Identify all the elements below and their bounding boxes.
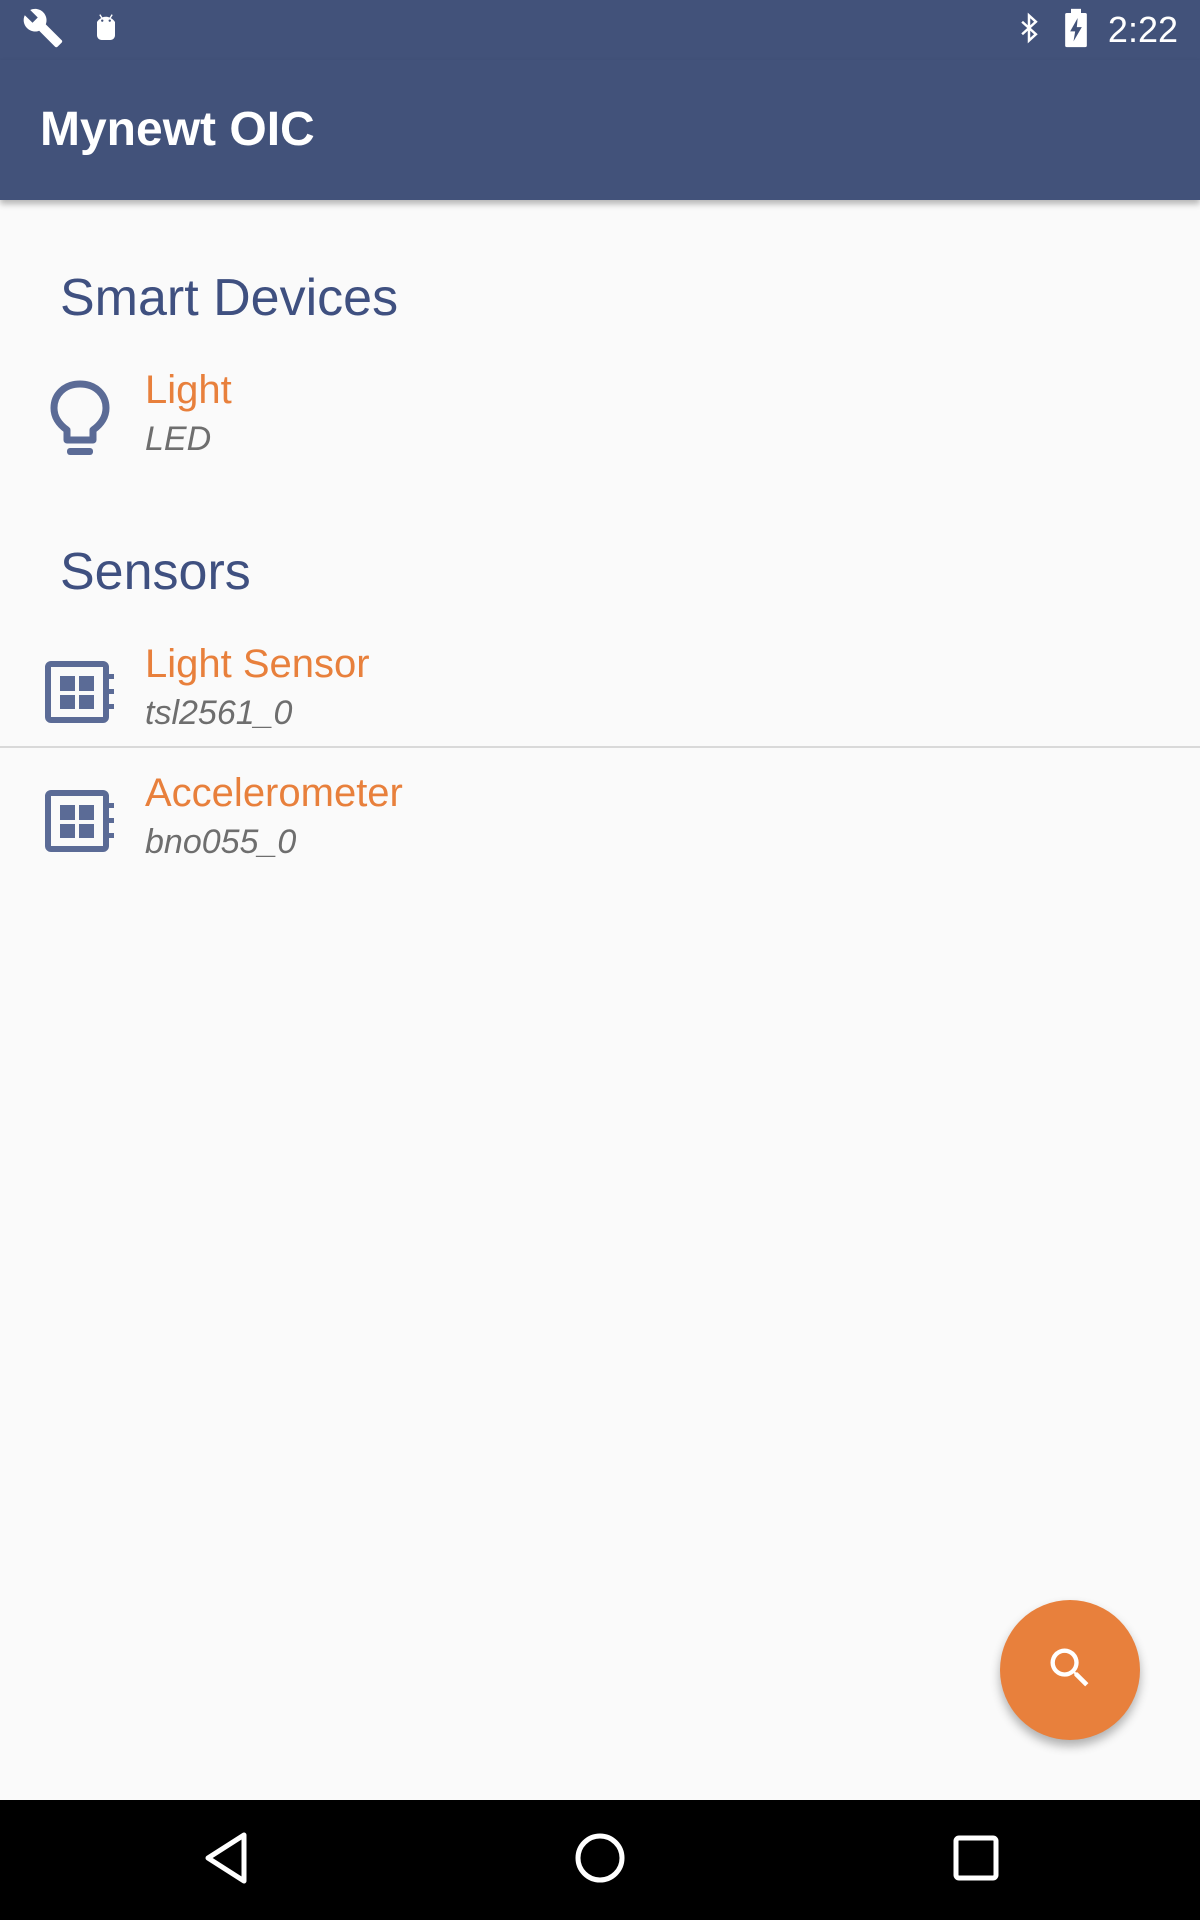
- divider: [0, 746, 1200, 748]
- search-icon: [1044, 1642, 1096, 1699]
- status-time: 2:22: [1107, 9, 1178, 50]
- lightbulb-icon: [44, 378, 116, 458]
- nav-bar: [0, 1800, 1200, 1920]
- back-button[interactable]: [196, 1830, 256, 1890]
- list-item-light[interactable]: Light LED: [0, 354, 1200, 482]
- chip-icon: [44, 652, 116, 732]
- home-icon: [573, 1831, 627, 1890]
- wrench-icon: [22, 7, 64, 54]
- chip-icon: [44, 781, 116, 861]
- bluetooth-icon: [1014, 8, 1044, 53]
- battery-charging-icon: [1062, 8, 1090, 53]
- item-title: Light Sensor: [145, 642, 370, 686]
- item-subtitle: LED: [145, 420, 212, 458]
- item-title: Accelerometer: [145, 771, 403, 815]
- device-list: Smart Devices Light LED Sensors Light Se…: [0, 200, 1200, 1800]
- list-item-light-sensor[interactable]: Light Sensor tsl2561_0: [0, 628, 1200, 756]
- android-icon: [88, 10, 124, 51]
- search-button[interactable]: [1000, 1600, 1140, 1740]
- back-icon: [201, 1831, 251, 1890]
- home-button[interactable]: [570, 1830, 630, 1890]
- recents-icon: [952, 1834, 1000, 1887]
- section-header-smart-devices: Smart Devices: [60, 269, 399, 327]
- recents-button[interactable]: [946, 1830, 1006, 1890]
- status-right: 2:22: [1014, 8, 1178, 52]
- status-left: [22, 8, 124, 52]
- section-header-sensors: Sensors: [60, 543, 251, 601]
- item-title: Light: [145, 368, 232, 412]
- status-bar: 2:22: [0, 0, 1200, 60]
- item-subtitle: tsl2561_0: [145, 694, 293, 732]
- app-title: Mynewt OIC: [40, 103, 315, 156]
- screen: 2:22 Mynewt OIC Smart Devices Light LED …: [0, 0, 1200, 1920]
- item-subtitle: bno055_0: [145, 823, 297, 861]
- app-bar: Mynewt OIC: [0, 60, 1200, 200]
- list-item-accelerometer[interactable]: Accelerometer bno055_0: [0, 757, 1200, 885]
